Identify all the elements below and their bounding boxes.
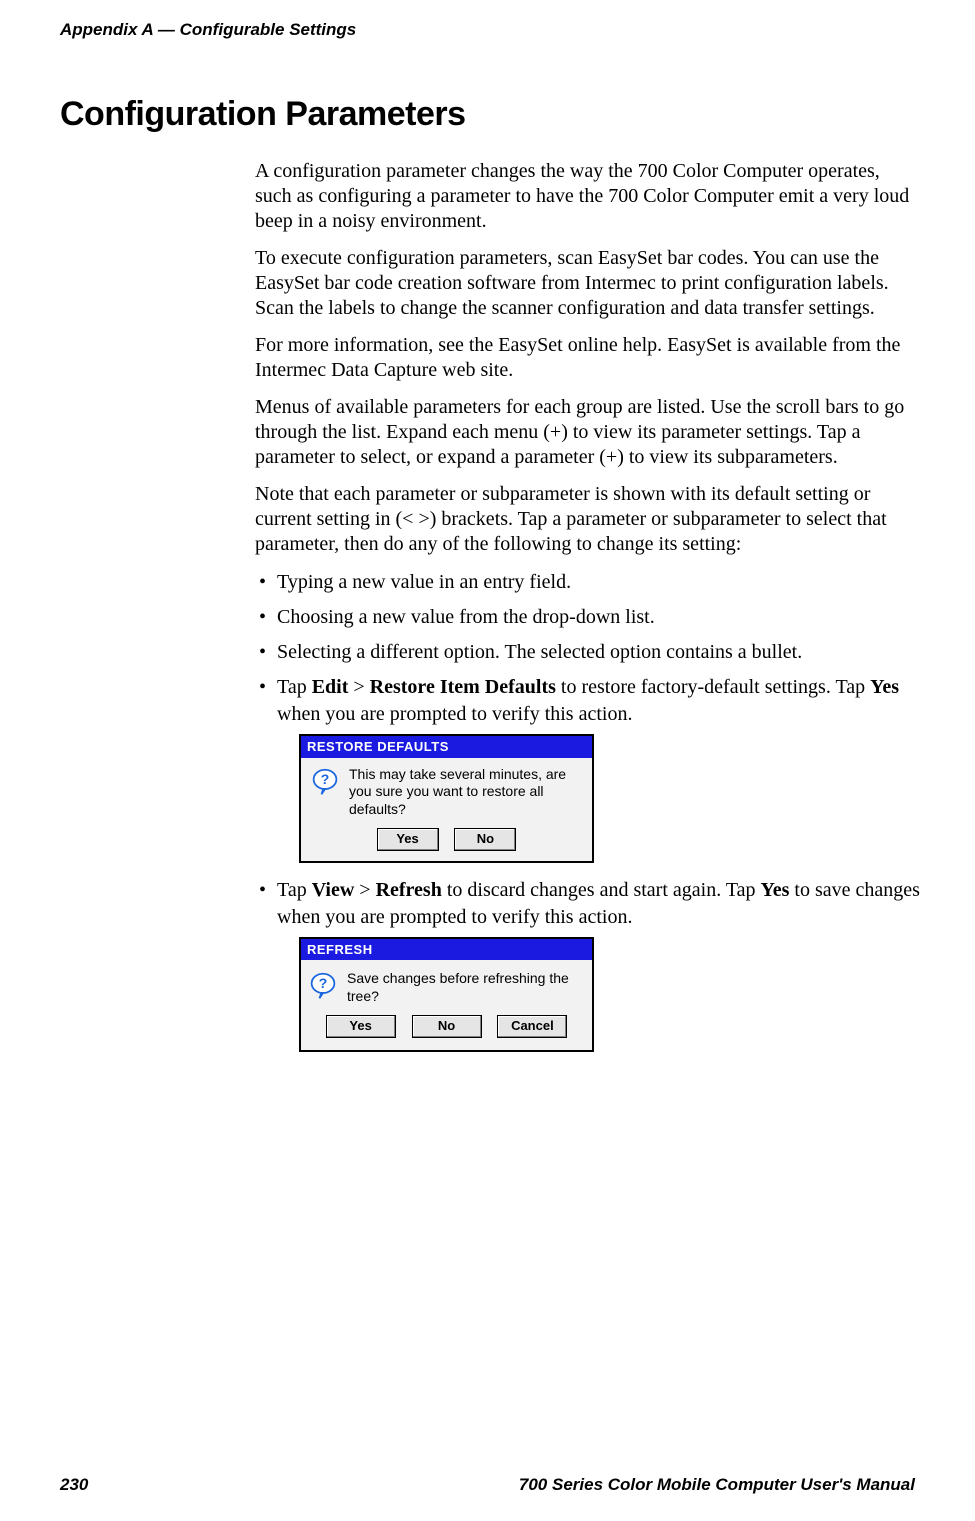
yes-button[interactable]: Yes xyxy=(377,828,439,851)
menu-view: View xyxy=(312,879,355,901)
bullet-text-post: to restore factory-default settings. Tap xyxy=(556,676,870,698)
yes-label: Yes xyxy=(870,676,899,698)
page-footer: 230 700 Series Color Mobile Computer Use… xyxy=(60,1475,915,1495)
page-header: Appendix A — Configurable Settings xyxy=(60,20,915,40)
dialog-message: Save changes before refreshing the tree? xyxy=(347,970,584,1005)
bullet-text-pre: Tap xyxy=(277,676,312,698)
menu-refresh: Refresh xyxy=(376,879,442,901)
restore-defaults-dialog: RESTORE DEFAULTS ? This may take several… xyxy=(299,734,594,863)
menu-edit: Edit xyxy=(312,676,349,698)
list-item: Tap Edit > Restore Item Defaults to rest… xyxy=(255,674,920,863)
manual-title: 700 Series Color Mobile Computer User's … xyxy=(519,1475,915,1495)
menu-restore-item-defaults: Restore Item Defaults xyxy=(370,676,556,698)
dialog-title: REFRESH xyxy=(301,939,592,961)
paragraph: A configuration parameter changes the wa… xyxy=(255,159,920,234)
menu-gt: > xyxy=(348,676,369,698)
body-column: A configuration parameter changes the wa… xyxy=(255,159,920,1052)
paragraph: Menus of available parameters for each g… xyxy=(255,395,920,470)
header-separator: — xyxy=(153,20,179,39)
bullet-text: Typing a new value in an entry field. xyxy=(277,571,571,593)
page-number: 230 xyxy=(60,1475,88,1495)
yes-button[interactable]: Yes xyxy=(326,1015,396,1038)
list-item: Selecting a different option. The select… xyxy=(255,639,920,666)
bullet-text: Choosing a new value from the drop-down … xyxy=(277,606,655,628)
question-balloon-icon: ? xyxy=(311,768,339,796)
list-item: Choosing a new value from the drop-down … xyxy=(255,604,920,631)
paragraph: To execute configuration parameters, sca… xyxy=(255,246,920,321)
dialog-message: This may take several minutes, are you s… xyxy=(349,766,582,819)
svg-text:?: ? xyxy=(321,770,330,786)
section-title: Configuration Parameters xyxy=(60,95,915,134)
paragraph: For more information, see the EasySet on… xyxy=(255,333,920,383)
yes-label: Yes xyxy=(761,879,790,901)
action-list: Typing a new value in an entry field. Ch… xyxy=(255,569,920,1052)
paragraph: Note that each parameter or subparameter… xyxy=(255,482,920,557)
svg-text:?: ? xyxy=(319,975,328,991)
list-item: Tap View > Refresh to discard changes an… xyxy=(255,877,920,1052)
no-button[interactable]: No xyxy=(412,1015,482,1038)
bullet-text-pre: Tap xyxy=(277,879,312,901)
no-button[interactable]: No xyxy=(454,828,516,851)
bullet-text-tail: when you are prompted to verify this act… xyxy=(277,703,632,725)
dialog-button-row: Yes No xyxy=(311,828,582,851)
bullet-text: Selecting a different option. The select… xyxy=(277,641,802,663)
refresh-dialog: REFRESH ? Save changes before refreshing… xyxy=(299,937,594,1052)
header-section: Configurable Settings xyxy=(180,20,357,39)
cancel-button[interactable]: Cancel xyxy=(497,1015,567,1038)
dialog-button-row: Yes No Cancel xyxy=(309,1015,584,1038)
appendix-label: Appendix A xyxy=(60,20,153,39)
dialog-title: RESTORE DEFAULTS xyxy=(301,736,592,758)
question-balloon-icon: ? xyxy=(309,972,337,1000)
list-item: Typing a new value in an entry field. xyxy=(255,569,920,596)
menu-gt: > xyxy=(354,879,375,901)
bullet-text-mid: to discard changes and start again. Tap xyxy=(442,879,761,901)
